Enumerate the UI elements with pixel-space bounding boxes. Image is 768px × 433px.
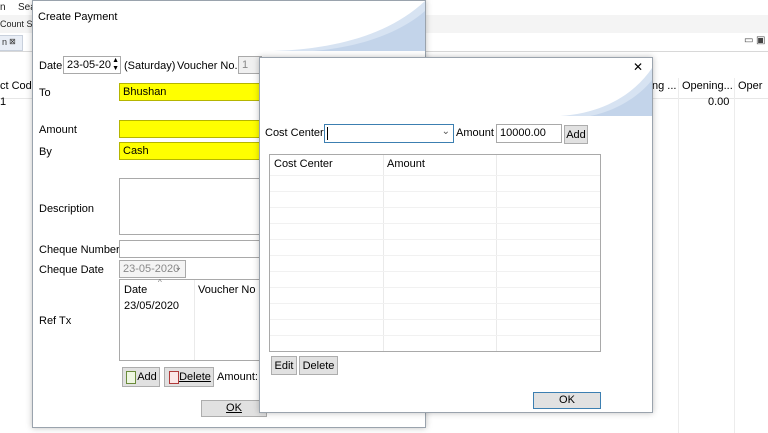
chevron-down-icon[interactable]: ⌄ <box>174 262 182 273</box>
row-divider <box>270 239 600 240</box>
sort-up-icon: ^ <box>158 278 162 287</box>
close-icon[interactable]: ✕ <box>633 60 643 74</box>
description-label: Description <box>39 203 95 215</box>
cheque-number-label: Cheque Number <box>39 244 120 256</box>
ref-tx-table[interactable]: Date ^ Voucher No 23/05/2020 <box>119 278 264 361</box>
cheque-date-label: Cheque Date <box>39 264 104 276</box>
ref-column-date[interactable]: Date <box>124 284 147 296</box>
grid-divider <box>678 78 679 433</box>
close-icon[interactable]: ⊠ <box>9 37 16 46</box>
maximize-icon[interactable]: ▣ <box>756 35 765 46</box>
text-caret <box>327 127 328 140</box>
row-divider <box>270 223 600 224</box>
column-divider <box>194 280 195 360</box>
delete-ref-button-label: Delete <box>179 371 211 383</box>
delete-ref-button[interactable]: Delete <box>164 367 214 387</box>
cost-center-label: Cost Center <box>265 127 324 139</box>
cheque-number-field[interactable] <box>119 240 264 258</box>
by-label: By <box>39 146 52 158</box>
cheque-date-picker[interactable]: 23-05-2020 ⌄ <box>119 260 186 278</box>
add-ref-button[interactable]: Add <box>122 367 160 387</box>
payment-ok-button[interactable]: OK <box>201 400 267 417</box>
cost-add-button[interactable]: Add <box>564 125 588 144</box>
to-field[interactable]: Bhushan <box>119 83 264 101</box>
column-cost-center[interactable]: Cost Center <box>274 158 333 170</box>
cost-center-dialog: ✕ Cost Center ⌄ Amount 10000.00 Add Cost… <box>259 57 653 413</box>
row-divider <box>270 207 600 208</box>
ref-row-date[interactable]: 23/05/2020 <box>124 300 179 312</box>
ref-tx-label: Ref Tx <box>39 315 72 327</box>
row-divider <box>270 175 600 176</box>
grid-divider <box>734 78 735 433</box>
row-divider <box>270 255 600 256</box>
amount-footer-label: Amount: <box>217 371 258 383</box>
grid-cell-opening: 0.00 <box>708 96 730 108</box>
cheque-date-value: 23-05-2020 <box>123 263 180 275</box>
title-swoosh-graphic <box>273 1 425 51</box>
row-divider <box>270 191 600 192</box>
add-ref-button-label: Add <box>137 371 157 383</box>
cost-amount-field[interactable]: 10000.00 <box>496 124 562 143</box>
amount-label: Amount <box>39 124 77 136</box>
dialog-title: Create Payment <box>38 11 118 23</box>
spinner-arrows-icon[interactable]: ▲ ▼ <box>112 57 119 73</box>
date-label: Date <box>39 60 63 72</box>
row-divider <box>270 271 600 272</box>
grid-header-opening[interactable]: Opening... <box>682 80 733 92</box>
date-spinner[interactable]: 23-05-20 ▲ ▼ <box>63 56 121 74</box>
date-value: 23-05-20 <box>67 59 112 71</box>
payment-ok-label: OK <box>226 402 242 414</box>
menu-item[interactable]: n <box>0 2 6 13</box>
cost-center-combobox[interactable]: ⌄ <box>324 124 454 143</box>
chevron-down-icon[interactable]: ⌄ <box>442 126 450 137</box>
add-document-icon <box>126 371 136 384</box>
cost-ok-button[interactable]: OK <box>533 392 601 409</box>
day-text: (Saturday) <box>124 60 176 72</box>
voucher-label: Voucher No. <box>177 60 238 72</box>
row-divider <box>270 303 600 304</box>
row-divider <box>270 287 600 288</box>
minimize-icon[interactable]: ▭ <box>744 35 753 46</box>
amount-field[interactable] <box>119 120 264 138</box>
editor-tab-label: n <box>2 37 8 47</box>
grid-cell: 1 <box>0 96 7 108</box>
grid-header-oper[interactable]: Oper <box>738 80 762 92</box>
editor-tab[interactable]: n ⊠ <box>0 35 23 51</box>
cost-delete-button[interactable]: Delete <box>299 356 338 375</box>
ref-column-voucher[interactable]: Voucher No <box>198 284 255 296</box>
cost-center-table[interactable]: Cost Center Amount <box>269 154 601 352</box>
column-divider <box>383 155 384 351</box>
to-label: To <box>39 87 51 99</box>
edit-button[interactable]: Edit <box>271 356 297 375</box>
column-amount[interactable]: Amount <box>387 158 425 170</box>
cost-amount-label: Amount <box>456 127 494 139</box>
row-divider <box>270 319 600 320</box>
delete-document-icon <box>169 371 179 384</box>
dialog-title-band: ✕ <box>260 58 652 116</box>
dialog-title-band: Create Payment <box>33 1 425 51</box>
by-field[interactable]: Cash <box>119 142 264 160</box>
column-divider <box>496 155 497 351</box>
grid-header-col[interactable]: ng ... <box>652 80 676 92</box>
description-textarea[interactable] <box>119 178 264 235</box>
row-divider <box>270 335 600 336</box>
